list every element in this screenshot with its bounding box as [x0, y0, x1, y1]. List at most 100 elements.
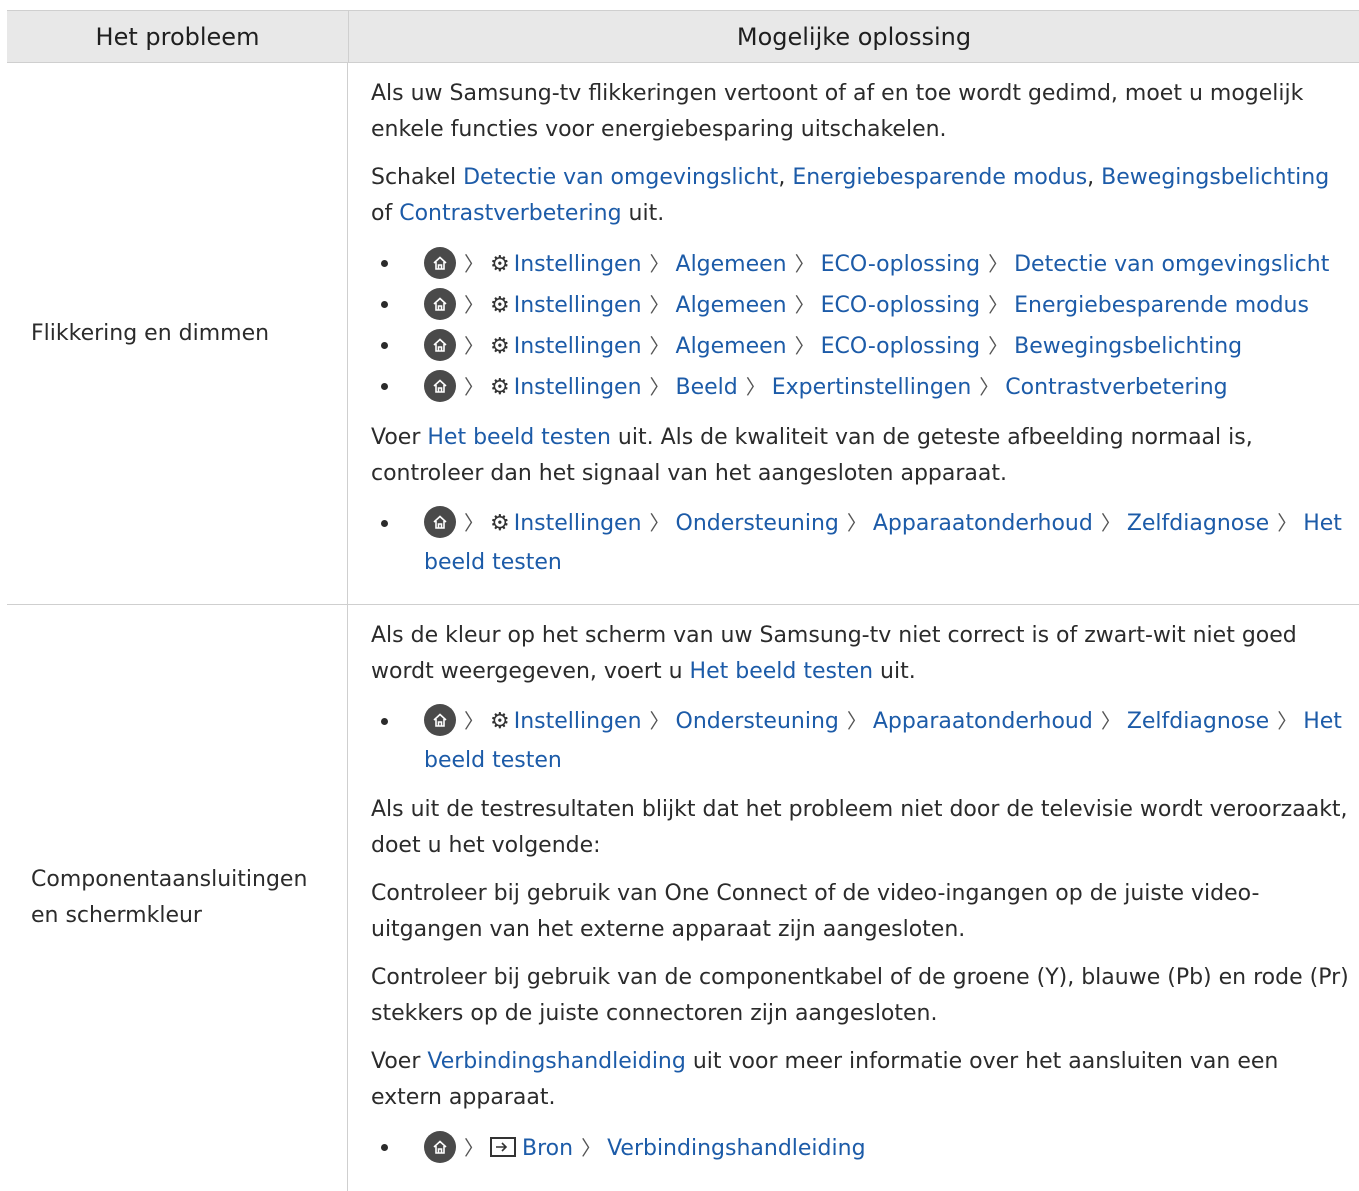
header-solution: Mogelijke oplossing	[736, 22, 972, 51]
chevron-right-icon: 〉	[988, 293, 1009, 317]
home-icon	[424, 329, 456, 361]
path-item[interactable]: Verbindingshandleiding	[607, 1136, 865, 1161]
gear-icon: ⚙	[490, 252, 510, 277]
chevron-right-icon: 〉	[1100, 709, 1121, 733]
chevron-right-icon: 〉	[649, 334, 670, 358]
menu-path: 〉 ⚙ Instellingen 〉 Ondersteuning 〉 Apparaatond…	[371, 504, 1349, 582]
home-icon	[424, 370, 456, 402]
problem-cell: Componentaansluitingen en schermkleur	[7, 605, 348, 1191]
link-ambient-light[interactable]: Detectie van omgevingslicht	[463, 165, 778, 190]
problem-cell: Flikkering en dimmen	[7, 63, 348, 604]
chevron-right-icon: 〉	[464, 334, 484, 358]
menu-path: 〉 ⚙ Instellingen 〉 Ondersteuning 〉 Apparaatond…	[371, 702, 1349, 780]
path-item[interactable]: Bewegingsbelichting	[1014, 334, 1242, 359]
chevron-right-icon: 〉	[581, 1136, 602, 1160]
solution-cell: Als de kleur op het scherm van uw Samsun…	[348, 605, 1359, 1191]
chevron-right-icon: 〉	[1277, 511, 1298, 535]
path-item[interactable]: Instellingen	[514, 334, 642, 359]
link-contrast-enhancer[interactable]: Contrastverbetering	[399, 201, 621, 226]
link-energy-saving[interactable]: Energiebesparende modus	[792, 165, 1087, 190]
body-text: Als uit de testresultaten blijkt dat het…	[371, 797, 1348, 858]
path-item[interactable]: Energiebesparende modus	[1014, 293, 1309, 318]
home-icon	[424, 247, 456, 279]
path-item[interactable]: Apparaatonderhoud	[873, 709, 1093, 734]
body-text: Controleer bij gebruik van One Connect o…	[371, 881, 1260, 942]
header-problem: Het probleem	[7, 11, 349, 62]
path-item[interactable]: Zelfdiagnose	[1127, 709, 1269, 734]
home-icon	[424, 704, 456, 736]
gear-icon: ⚙	[490, 511, 510, 536]
home-icon	[424, 288, 456, 320]
chevron-right-icon: 〉	[1277, 709, 1298, 733]
menu-path: 〉 ⚙ Instellingen 〉 Algemeen 〉 ECO-oplossing 〉 Be…	[371, 326, 1349, 367]
path-item[interactable]: Instellingen	[514, 511, 642, 536]
chevron-right-icon: 〉	[464, 375, 484, 399]
chevron-right-icon: 〉	[988, 252, 1009, 276]
path-item[interactable]: Algemeen	[676, 334, 787, 359]
path-item[interactable]: Ondersteuning	[676, 709, 839, 734]
troubleshooting-table: Het probleem Mogelijke oplossing Flikker…	[7, 10, 1359, 1191]
menu-path: 〉 ⚙ Instellingen 〉 Algemeen 〉 ECO-oplossing 〉 De…	[371, 244, 1349, 285]
menu-path: 〉 ⚙ Instellingen 〉 Beeld 〉 Expertinstellingen 〉…	[371, 367, 1349, 408]
link-connection-guide[interactable]: Verbindingshandleiding	[427, 1049, 685, 1074]
chevron-right-icon: 〉	[794, 334, 815, 358]
chevron-right-icon: 〉	[745, 375, 766, 399]
path-item[interactable]: Beeld	[676, 375, 738, 400]
path-item[interactable]: Bron	[522, 1136, 573, 1161]
chevron-right-icon: 〉	[649, 293, 670, 317]
table-header: Het probleem Mogelijke oplossing	[7, 11, 1359, 63]
chevron-right-icon: 〉	[846, 709, 867, 733]
chevron-right-icon: 〉	[1100, 511, 1121, 535]
gear-icon: ⚙	[490, 375, 510, 400]
chevron-right-icon: 〉	[794, 293, 815, 317]
chevron-right-icon: 〉	[464, 252, 484, 276]
description-text: Als uw Samsung-tv flikkeringen vertoont …	[371, 81, 1304, 142]
solution-cell: Als uw Samsung-tv flikkeringen vertoont …	[348, 63, 1359, 604]
path-item[interactable]: Zelfdiagnose	[1127, 511, 1269, 536]
chevron-right-icon: 〉	[464, 709, 484, 733]
path-item[interactable]: Algemeen	[676, 293, 787, 318]
path-item[interactable]: Detectie van omgevingslicht	[1014, 252, 1329, 277]
chevron-right-icon: 〉	[464, 511, 484, 535]
chevron-right-icon: 〉	[649, 709, 670, 733]
chevron-right-icon: 〉	[464, 1136, 484, 1160]
menu-path-list: 〉 ⚙ Instellingen 〉 Ondersteuning 〉 Apparaatond…	[371, 504, 1349, 582]
body-text: Controleer bij gebruik van de componentk…	[371, 965, 1349, 1026]
chevron-right-icon: 〉	[649, 511, 670, 535]
path-item[interactable]: Algemeen	[676, 252, 787, 277]
table-row: Flikkering en dimmen Als uw Samsung-tv f…	[7, 63, 1359, 605]
path-item[interactable]: Contrastverbetering	[1005, 375, 1227, 400]
description-text: Als de kleur op het scherm van uw Samsun…	[371, 623, 1297, 684]
path-item[interactable]: Instellingen	[514, 375, 642, 400]
home-icon	[424, 1131, 456, 1163]
path-item[interactable]: ECO-oplossing	[821, 334, 980, 359]
gear-icon: ⚙	[490, 334, 510, 359]
menu-path: 〉 ⚙ Instellingen 〉 Algemeen 〉 ECO-oplossing 〉 En…	[371, 285, 1349, 326]
link-picture-test[interactable]: Het beeld testen	[690, 659, 874, 684]
path-item[interactable]: Instellingen	[514, 293, 642, 318]
path-item[interactable]: Instellingen	[514, 252, 642, 277]
gear-icon: ⚙	[490, 293, 510, 318]
link-motion-lighting[interactable]: Bewegingsbelichting	[1101, 165, 1329, 190]
table-row: Componentaansluitingen en schermkleur Al…	[7, 605, 1359, 1191]
gear-icon: ⚙	[490, 709, 510, 734]
chevron-right-icon: 〉	[988, 334, 1009, 358]
path-item[interactable]: Apparaatonderhoud	[873, 511, 1093, 536]
path-item[interactable]: Ondersteuning	[676, 511, 839, 536]
chevron-right-icon: 〉	[649, 375, 670, 399]
instruction-text: Voer Het beeld testen uit. Als de kwalit…	[371, 425, 1253, 486]
home-icon	[424, 506, 456, 538]
chevron-right-icon: 〉	[464, 293, 484, 317]
menu-path-list: 〉 ⚙ Instellingen 〉 Ondersteuning 〉 Apparaatond…	[371, 702, 1349, 780]
instruction-text: Voer Verbindingshandleiding uit voor mee…	[371, 1049, 1279, 1110]
chevron-right-icon: 〉	[979, 375, 1000, 399]
chevron-right-icon: 〉	[794, 252, 815, 276]
link-picture-test[interactable]: Het beeld testen	[427, 425, 611, 450]
instruction-text: Schakel Detectie van omgevingslicht, Ene…	[371, 165, 1330, 226]
chevron-right-icon: 〉	[649, 252, 670, 276]
path-item[interactable]: Expertinstellingen	[772, 375, 972, 400]
path-item[interactable]: Instellingen	[514, 709, 642, 734]
menu-path-list: 〉 ⚙ Instellingen 〉 Algemeen 〉 ECO-oplossing 〉 De…	[371, 244, 1349, 408]
path-item[interactable]: ECO-oplossing	[821, 293, 980, 318]
path-item[interactable]: ECO-oplossing	[821, 252, 980, 277]
